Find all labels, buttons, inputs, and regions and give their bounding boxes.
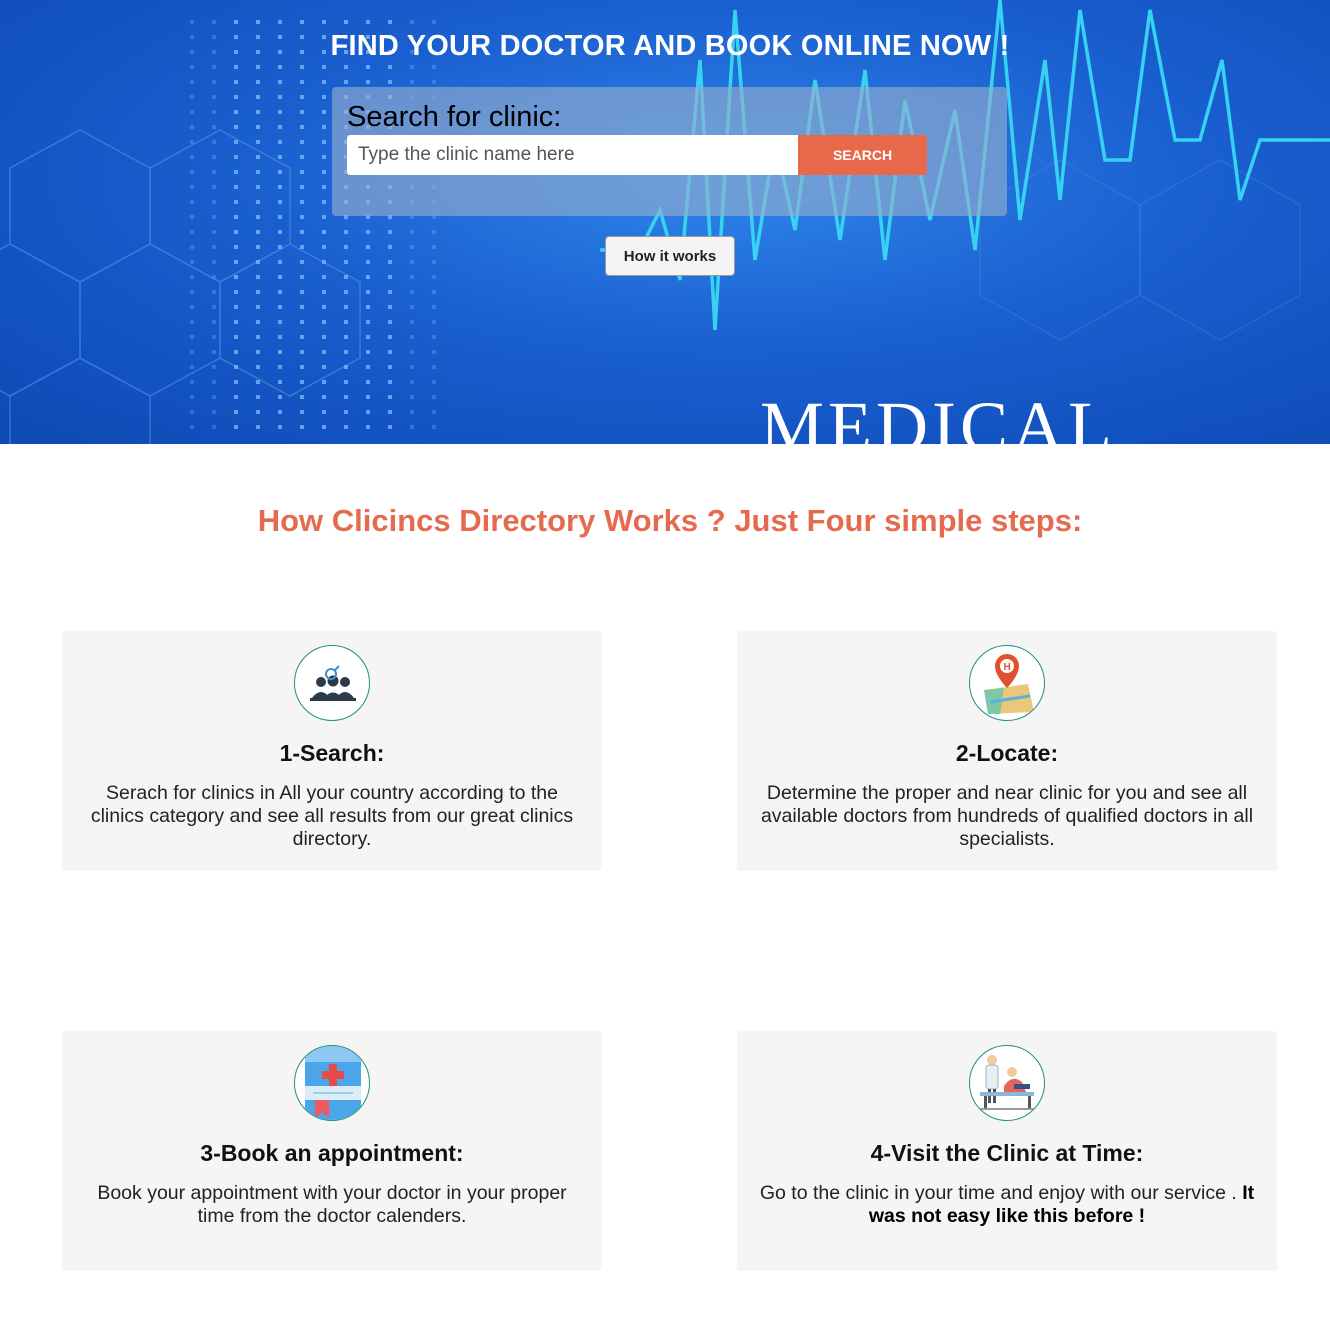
step-description: Serach for clinics in All your country a… [90, 782, 574, 850]
step-description: Determine the proper and near clinic for… [760, 782, 1254, 850]
step-card-visit: 4-Visit the Clinic at Time: Go to the cl… [737, 1031, 1277, 1271]
clinic-search-input[interactable] [347, 135, 799, 175]
search-panel: Search for clinic: SEARCH [332, 87, 1007, 216]
step-description-text: Go to the clinic in your time and enjoy … [759, 1182, 1237, 1204]
search-button[interactable]: SEARCH [798, 135, 927, 175]
step-card-search: 1-Search: Serach for clinics in All your… [62, 631, 602, 871]
step-title: 2-Locate: [955, 740, 1059, 766]
step-title: 3-Book an appointment: [200, 1140, 464, 1166]
step-description: Book your appointment with your doctor i… [97, 1182, 567, 1227]
section-title: How Clicincs Directory Works ? Just Four… [257, 503, 1083, 538]
step-description: Go to the clinic in your time and enjoy … [753, 1182, 1261, 1228]
how-it-works-button[interactable]: How it works [605, 236, 735, 276]
hero-banner: FIND YOUR DOCTOR AND BOOK ONLINE NOW ! S… [0, 0, 1330, 444]
clinic-visit-icon [969, 1045, 1045, 1121]
step-card-locate: H 2-Locate: Determine the proper and nea… [737, 631, 1277, 871]
svg-text:H: H [1004, 662, 1011, 673]
map-location-pin-icon: H [969, 645, 1045, 721]
doctors-search-icon [294, 645, 370, 721]
medical-watermark-text: MEDICAL [760, 387, 1116, 444]
step-title: 1-Search: [279, 740, 385, 766]
booking-book-icon [294, 1045, 370, 1121]
hero-title: FIND YOUR DOCTOR AND BOOK ONLINE NOW ! [330, 30, 1010, 62]
step-title: 4-Visit the Clinic at Time: [870, 1140, 1144, 1166]
search-heading: Search for clinic: [347, 101, 562, 133]
medical-background-graphic [0, 0, 1330, 444]
step-card-book: 3-Book an appointment: Book your appoint… [62, 1031, 602, 1271]
